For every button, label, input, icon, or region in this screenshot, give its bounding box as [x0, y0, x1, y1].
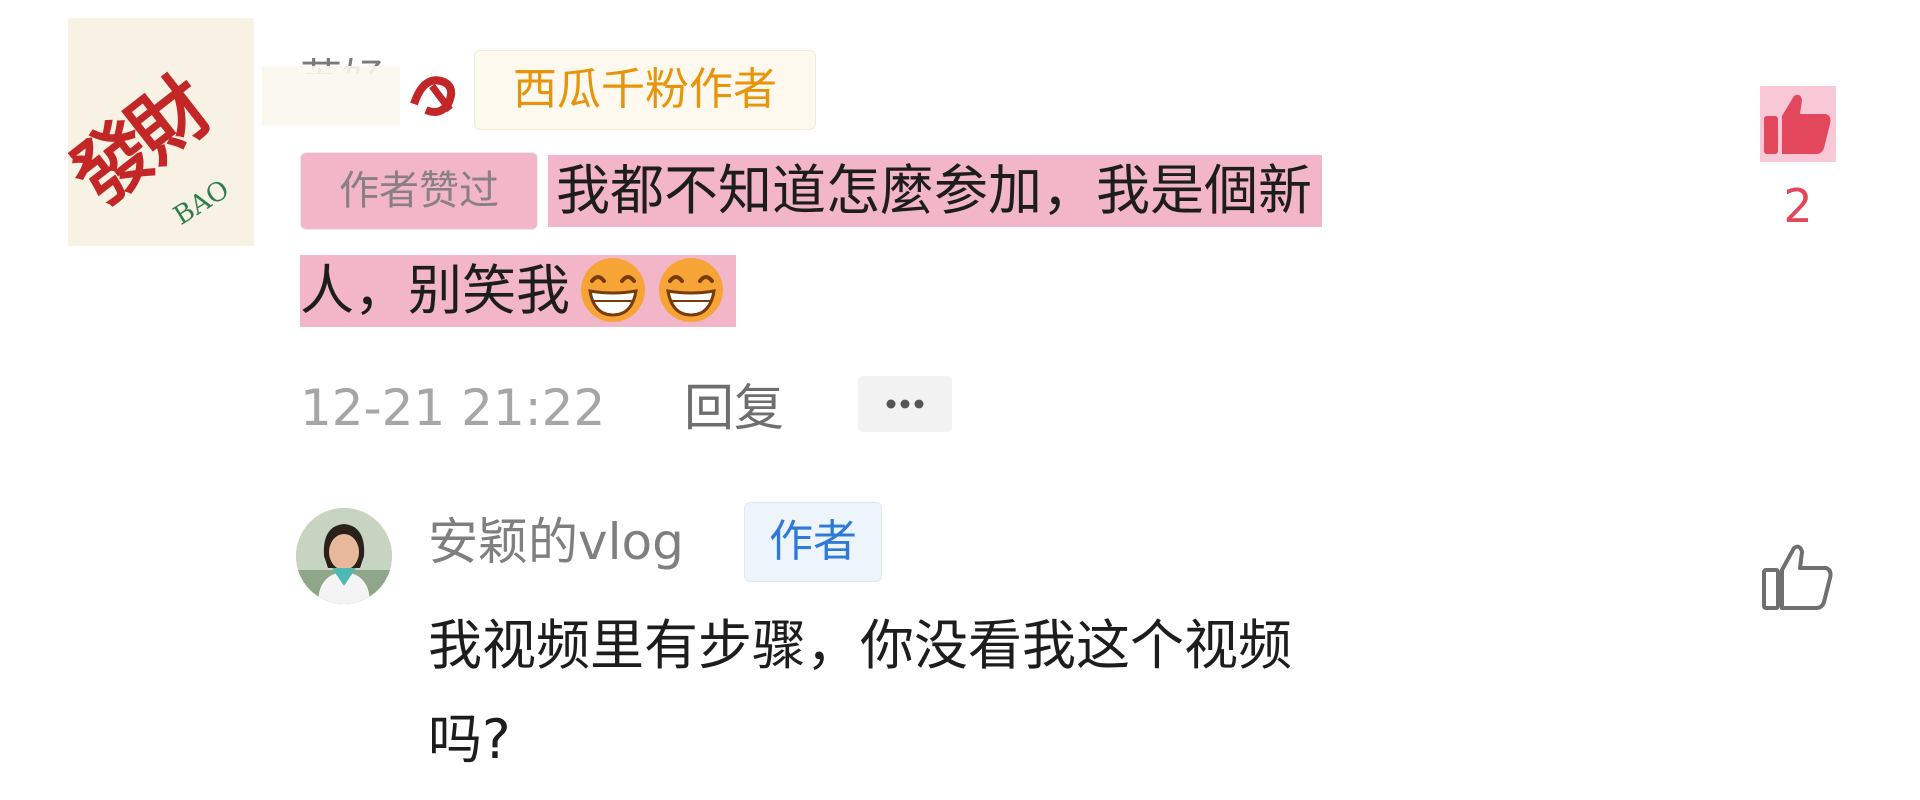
reply-like-button[interactable]	[1758, 538, 1838, 618]
reply-user-avatar[interactable]	[296, 508, 392, 604]
user-avatar[interactable]: 發財 BAO F	[68, 18, 254, 246]
more-options-button[interactable]	[858, 376, 952, 432]
reply-button[interactable]: 回复	[684, 378, 784, 438]
thumbs-up-filled-icon	[1764, 94, 1831, 154]
username-overlay	[262, 66, 400, 126]
reply-text-line-1: 我视频里有步骤，你没看我这个视频	[428, 614, 1292, 677]
decorative-glyph-icon	[410, 76, 456, 116]
reply-text-line-2: 吗?	[428, 708, 511, 771]
comment-thread: 發財 BAO F 苏好 西瓜千粉作者 作者赞过 我都不知道怎麼参加，我是個新 人…	[0, 0, 1920, 800]
fan-badge: 西瓜千粉作者	[474, 50, 816, 130]
grinning-face-icon	[581, 258, 645, 322]
like-button[interactable]	[1760, 86, 1836, 162]
comment-text-line-1: 我都不知道怎麼参加，我是個新	[548, 155, 1322, 227]
avatar-seal-latin: BAO	[168, 174, 235, 232]
more-dots-icon	[886, 399, 924, 409]
comment-text-line-2: 人，别笑我	[300, 255, 736, 327]
reply-username[interactable]: 安颖的vlog	[428, 510, 684, 574]
person-avatar-icon	[296, 508, 392, 604]
comment-text-line-2-text: 人，别笑我	[300, 259, 570, 322]
thumbs-up-outline-icon	[1762, 544, 1833, 610]
like-count: 2	[1783, 179, 1813, 233]
author-badge: 作者	[744, 502, 882, 582]
comment-timestamp: 12-21 21:22	[300, 379, 606, 437]
author-liked-badge: 作者赞过	[300, 152, 538, 230]
grinning-face-icon	[659, 258, 723, 322]
